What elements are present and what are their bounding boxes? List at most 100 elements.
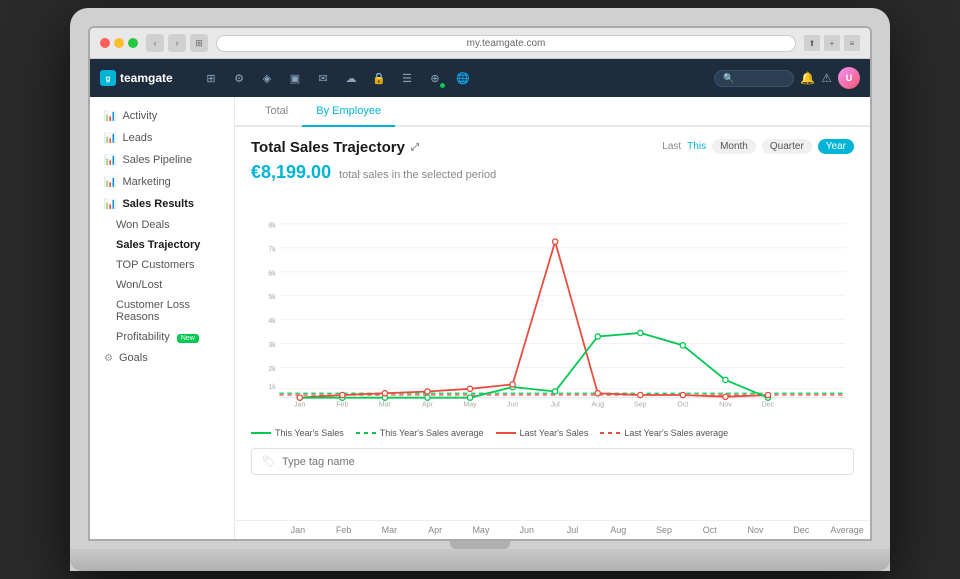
activity-icon: 📊	[104, 111, 116, 122]
add-tab-button[interactable]: +	[824, 35, 840, 51]
laptop-shell: ‹ › ⊞ my.teamgate.com ⬆ + ≡ g teamgate	[70, 8, 890, 571]
nav-icon-lock[interactable]: 🔒	[368, 67, 390, 89]
legend-last-year-sales: Last Year's Sales	[496, 428, 589, 438]
nav-icon-cloud[interactable]: ☁	[340, 67, 362, 89]
svg-text:Jul: Jul	[551, 401, 560, 409]
this-label: This	[687, 141, 706, 152]
forward-button[interactable]: ›	[168, 34, 186, 52]
month-jun: Jun	[504, 525, 550, 535]
nav-icons: ⊞ ⚙ ◈ ▣ ✉ ☁ 🔒 ☰ ⊕ 🌐	[200, 67, 704, 89]
svg-text:Sep: Sep	[634, 401, 647, 409]
period-month-button[interactable]: Month	[712, 139, 756, 154]
svg-text:May: May	[463, 401, 477, 409]
month-jan: Jan	[275, 525, 321, 535]
nav-icon-list[interactable]: ☰	[396, 67, 418, 89]
svg-text:1k: 1k	[268, 383, 276, 391]
total-value: €8,199.00	[251, 162, 331, 183]
alert-icon[interactable]: ⚠	[821, 71, 832, 85]
svg-text:Nov: Nov	[719, 401, 732, 409]
top-nav-right: 🔍 🔔 ⚠ U	[714, 67, 860, 89]
total-label: total sales in the selected period	[339, 169, 496, 181]
laptop-base	[70, 549, 890, 571]
nav-icon-diamond[interactable]: ◈	[256, 67, 278, 89]
svg-text:Feb: Feb	[336, 401, 348, 409]
tab-by-employee[interactable]: By Employee	[302, 97, 395, 127]
app-container: g teamgate ⊞ ⚙ ◈ ▣ ✉ ☁ 🔒 ☰ ⊕ 🌐	[90, 59, 870, 539]
browser-actions: ⬆ + ≡	[804, 35, 860, 51]
sidebar-item-leads[interactable]: 📊 Leads	[90, 127, 234, 149]
svg-text:7k: 7k	[268, 245, 276, 253]
legend-last-year-avg: Last Year's Sales average	[600, 428, 728, 438]
nav-icon-grid[interactable]: ⊞	[200, 67, 222, 89]
svg-text:Jan: Jan	[294, 401, 305, 409]
sidebar-item-marketing[interactable]: 📊 Marketing	[90, 171, 234, 193]
month-jul: Jul	[550, 525, 596, 535]
minimize-button[interactable]	[114, 38, 124, 48]
month-aug: Aug	[595, 525, 641, 535]
main-content: Total By Employee Total Sales Trajectory…	[235, 97, 870, 539]
search-icon: 🔍	[723, 73, 734, 84]
period-year-button[interactable]: Year	[818, 139, 854, 154]
tag-icon: 🏷	[262, 455, 276, 468]
month-oct: Oct	[687, 525, 733, 535]
expand-icon[interactable]: ⤢	[411, 142, 419, 153]
bell-icon[interactable]: 🔔	[800, 71, 815, 85]
tab-total[interactable]: Total	[251, 97, 302, 127]
address-bar[interactable]: my.teamgate.com	[216, 35, 796, 52]
sidebar-item-profitability[interactable]: Profitability New	[90, 327, 234, 347]
sidebar-item-sales-trajectory[interactable]: Sales Trajectory	[90, 235, 234, 255]
period-selector: Last This Month Quarter Year	[662, 139, 854, 154]
search-box[interactable]: 🔍	[714, 70, 794, 87]
more-button[interactable]: ≡	[844, 35, 860, 51]
sidebar-section-sales-results[interactable]: 📊 Sales Results	[90, 193, 234, 215]
view-button[interactable]: ⊞	[190, 34, 208, 52]
month-nov: Nov	[733, 525, 779, 535]
nav-icon-mail[interactable]: ✉	[312, 67, 334, 89]
chart-header: Total Sales Trajectory ⤢ Last This Month…	[251, 139, 854, 156]
sidebar-item-customer-loss[interactable]: Customer Loss Reasons	[90, 295, 234, 327]
sidebar-item-top-customers[interactable]: TOP Customers	[90, 255, 234, 275]
chart-area: Total Sales Trajectory ⤢ Last This Month…	[235, 127, 870, 520]
month-sep: Sep	[641, 525, 687, 535]
svg-text:Dec: Dec	[762, 401, 775, 409]
month-dec: Dec	[778, 525, 824, 535]
legend-line-red-dash	[600, 432, 620, 434]
last-label: Last	[662, 141, 681, 152]
leads-icon: 📊	[104, 133, 116, 144]
month-apr: Apr	[412, 525, 458, 535]
tag-input-area[interactable]: 🏷	[251, 448, 854, 475]
sidebar-item-sales-pipeline[interactable]: 📊 Sales Pipeline	[90, 149, 234, 171]
maximize-button[interactable]	[128, 38, 138, 48]
month-may: May	[458, 525, 504, 535]
sidebar-item-won-deals[interactable]: Won Deals	[90, 215, 234, 235]
share-button[interactable]: ⬆	[804, 35, 820, 51]
sidebar: 📊 Activity 📊 Leads 📊 Sales Pipeline 📊 Ma…	[90, 97, 235, 539]
period-quarter-button[interactable]: Quarter	[762, 139, 812, 154]
svg-text:Jun: Jun	[507, 401, 518, 409]
month-feb: Feb	[321, 525, 367, 535]
browser-nav: ‹ › ⊞	[146, 34, 208, 52]
nav-icon-add[interactable]: ⊕	[424, 67, 446, 89]
sales-results-icon: 📊	[104, 199, 116, 210]
close-button[interactable]	[100, 38, 110, 48]
nav-icon-settings[interactable]: ⚙	[228, 67, 250, 89]
tag-input[interactable]	[282, 456, 843, 468]
nav-icon-globe[interactable]: 🌐	[452, 67, 474, 89]
pipeline-icon: 📊	[104, 155, 116, 166]
sidebar-item-activity[interactable]: 📊 Activity	[90, 105, 234, 127]
chart-legend: This Year's Sales This Year's Sales aver…	[251, 428, 854, 438]
sidebar-item-goals[interactable]: ⚙ Goals	[90, 347, 234, 369]
laptop-notch	[450, 541, 510, 549]
goals-icon: ⚙	[104, 353, 113, 364]
traffic-lights	[100, 38, 138, 48]
back-button[interactable]: ‹	[146, 34, 164, 52]
chart-svg-container: 8k 7k 6k 5k 4k 3k 2k 1k	[251, 199, 854, 424]
tabs-bar: Total By Employee	[235, 97, 870, 127]
legend-this-year-avg: This Year's Sales average	[356, 428, 484, 438]
sidebar-item-won-lost[interactable]: Won/Lost	[90, 275, 234, 295]
nav-icon-apps[interactable]: ▣	[284, 67, 306, 89]
legend-line-green-solid	[251, 432, 271, 434]
top-nav: g teamgate ⊞ ⚙ ◈ ▣ ✉ ☁ 🔒 ☰ ⊕ 🌐	[90, 59, 870, 97]
logo-icon: g	[100, 70, 116, 86]
avatar[interactable]: U	[838, 67, 860, 89]
